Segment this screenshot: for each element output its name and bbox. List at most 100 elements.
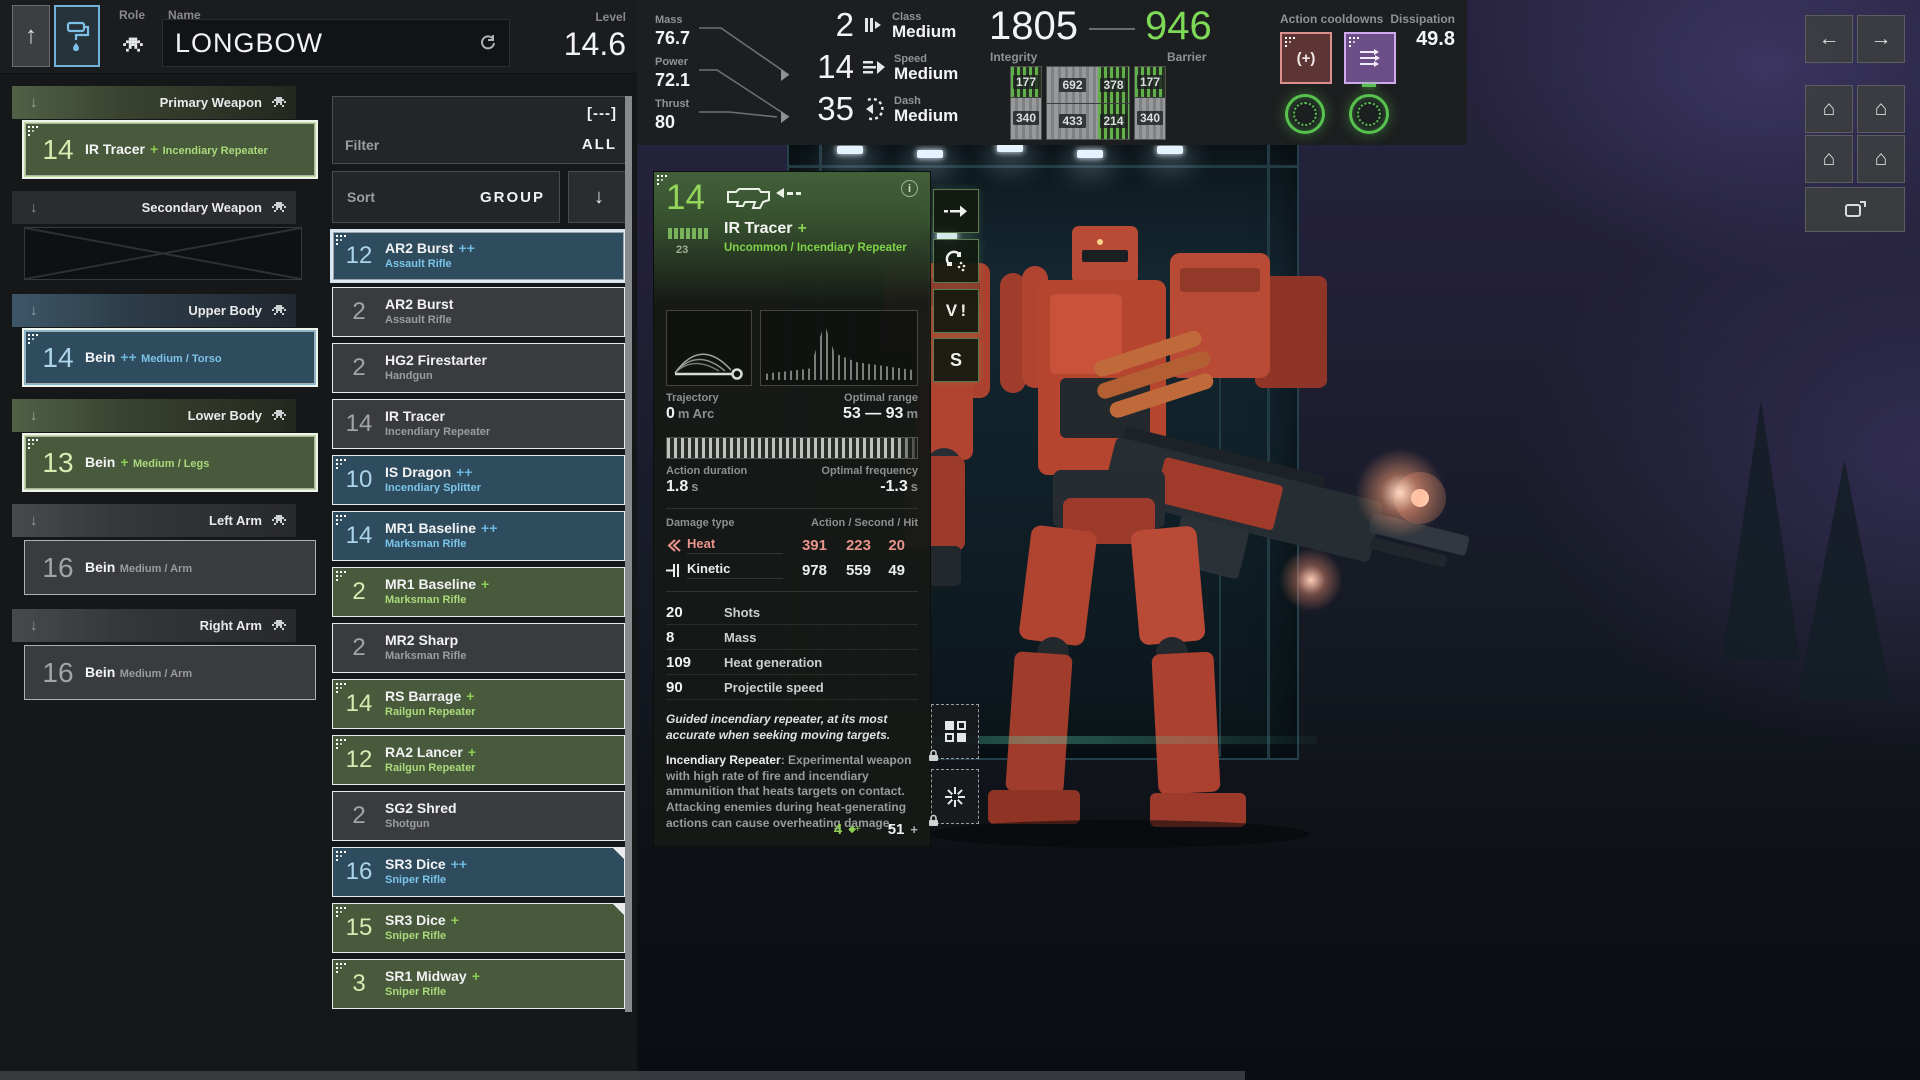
- inventory-list: Filter [---] ALL Sort GROUP ↓ 12 AR2 Bur…: [332, 96, 630, 1015]
- locked-grid-option-button[interactable]: [931, 704, 979, 759]
- item-subtitle: Railgun Repeater: [385, 762, 476, 776]
- camera-view-button-4[interactable]: ⌂: [1857, 135, 1905, 183]
- frequency-label: Optimal frequency: [821, 465, 918, 477]
- lower-body-header[interactable]: ↓ Lower Body: [12, 399, 296, 432]
- role-label: Role: [119, 8, 145, 22]
- barrier-cell: 177: [1013, 75, 1039, 89]
- thrust-label: Thrust: [655, 98, 689, 110]
- inventory-item[interactable]: 2 MR1 Baseline+ Marksman Rifle: [332, 567, 625, 617]
- integrity-cell: 692: [1059, 78, 1085, 92]
- inventory-item[interactable]: 14 IR Tracer Incendiary Repeater: [332, 399, 625, 449]
- inventory-item[interactable]: 14 MR1 Baseline++ Marksman Rifle: [332, 511, 625, 561]
- inventory-item[interactable]: 2 AR2 Burst Assault Rifle: [332, 287, 625, 337]
- camera-view-button-1[interactable]: ⌂: [1805, 85, 1853, 133]
- body-slot-icon: [272, 305, 286, 317]
- paint-part-button[interactable]: [933, 239, 979, 283]
- attribute-row: 90 Projectile speed: [666, 675, 918, 700]
- equipped-parts-sidebar: ↓ Primary Weapon 14 IR Tracer+ Incendiar…: [12, 86, 318, 714]
- equipped-primary-weapon[interactable]: 14 IR Tracer+ Incendiary Repeater: [24, 122, 316, 177]
- body-slot-icon: [272, 410, 286, 422]
- role-mech-icon: [123, 38, 143, 55]
- inventory-item[interactable]: 3 SR1 Midway+ Sniper Rifle: [332, 959, 625, 1009]
- speed-label: Speed: [894, 53, 958, 65]
- inventory-item[interactable]: 15 SR3 Dice+ Sniper Rifle: [332, 903, 625, 953]
- inventory-item[interactable]: 14 RS Barrage+ Railgun Repeater: [332, 679, 625, 729]
- variant-warning-button[interactable]: V !: [933, 289, 979, 333]
- unit-stats-bar: Mass 76.7 Power 72.1 Thrust 80 2 ClassMe…: [637, 0, 1467, 145]
- trajectory-thumbnail: [666, 310, 752, 386]
- hangar-view-icon: ⌂: [1875, 97, 1888, 121]
- inventory-item[interactable]: 16 SR3 Dice++ Sniper Rifle: [332, 847, 625, 897]
- rename-refresh-icon[interactable]: [479, 34, 497, 52]
- inventory-item[interactable]: 2 SG2 Shred Shotgun: [332, 791, 625, 841]
- next-unit-button[interactable]: →: [1857, 15, 1905, 63]
- back-button[interactable]: ↑: [12, 5, 50, 67]
- section-secondary-weapon: ↓ Secondary Weapon: [12, 191, 318, 280]
- camera-view-button-2[interactable]: ⌂: [1857, 85, 1905, 133]
- attr-value: 109: [666, 654, 724, 671]
- item-tier: ++: [456, 464, 472, 480]
- equip-arrow-button[interactable]: [933, 189, 979, 233]
- equipped-upper-body[interactable]: 14 Bein++ Medium / Torso: [24, 330, 316, 385]
- section-primary-weapon: ↓ Primary Weapon 14 IR Tracer+ Incendiar…: [12, 86, 318, 177]
- fullscreen-button[interactable]: [1805, 187, 1905, 232]
- mass-label: Mass: [655, 14, 683, 26]
- dissipation-label: Dissipation: [1365, 12, 1455, 26]
- bottom-scroll-track[interactable]: [0, 1071, 1245, 1080]
- cooldown-heat-action-button[interactable]: (+): [1280, 32, 1332, 84]
- section-right-arm: ↓ Right Arm 16 Bein Medium / Arm: [12, 609, 318, 700]
- locked-burst-option-button[interactable]: [931, 769, 979, 824]
- right-arrow-icon: →: [1871, 27, 1892, 51]
- primary-weapon-header[interactable]: ↓ Primary Weapon: [12, 86, 296, 119]
- inventory-item[interactable]: 12 AR2 Burst++ Assault Rifle: [332, 231, 625, 281]
- power-value: 72.1: [655, 70, 690, 90]
- equipped-lower-body[interactable]: 13 Bein+ Medium / Legs: [24, 435, 316, 490]
- info-icon[interactable]: i: [901, 180, 918, 197]
- description-title: Incendiary Repeater: [666, 753, 781, 767]
- cooldown-gauge-icon: [1349, 94, 1389, 134]
- inventory-item[interactable]: 2 MR2 Sharp Marksman Rifle: [332, 623, 625, 673]
- scrollbar-thumb[interactable]: [625, 96, 632, 1012]
- detail-item-name: IR Tracer+: [724, 220, 807, 238]
- item-name: IR Tracer: [385, 408, 445, 424]
- flavor-text: Guided incendiary repeater, at its most …: [666, 712, 918, 743]
- section-upper-body: ↓ Upper Body 14 Bein++ Medium / Torso: [12, 294, 318, 385]
- inventory-item[interactable]: 2 HG2 Firestarter Handgun: [332, 343, 625, 393]
- secondary-weapon-header[interactable]: ↓ Secondary Weapon: [12, 191, 296, 224]
- inventory-item[interactable]: 12 RA2 Lancer+ Railgun Repeater: [332, 735, 625, 785]
- item-subtitle: Shotgun: [385, 818, 457, 832]
- equipped-right-arm[interactable]: 16 Bein Medium / Arm: [24, 645, 316, 700]
- filter-dropdown[interactable]: Filter [---] ALL: [332, 96, 630, 164]
- empty-secondary-slot[interactable]: [24, 227, 302, 280]
- role-selector[interactable]: [107, 24, 159, 68]
- inventory-item[interactable]: 10 IS Dragon++ Incendiary Splitter: [332, 455, 625, 505]
- sort-dropdown[interactable]: Sort GROUP: [332, 171, 560, 223]
- prev-unit-button[interactable]: ←: [1805, 15, 1853, 63]
- range-distribution-thumbnail: [760, 310, 918, 386]
- part-subtitle: Medium / Arm: [120, 668, 192, 680]
- damage-columns-label: Action / Second / Hit: [811, 517, 918, 529]
- class-value: 2: [792, 6, 854, 44]
- damage-row-heat: Heat 391 223 20: [666, 536, 918, 554]
- camera-view-button-3[interactable]: ⌂: [1805, 135, 1853, 183]
- upper-body-header[interactable]: ↓ Upper Body: [12, 294, 296, 327]
- inventory-scrollbar[interactable]: [625, 96, 632, 1012]
- paint-customize-button[interactable]: [54, 5, 100, 67]
- salvage-button[interactable]: S: [933, 338, 979, 382]
- section-label: Upper Body: [188, 303, 262, 318]
- item-tier: +: [468, 744, 476, 760]
- left-arm-header[interactable]: ↓ Left Arm: [12, 504, 296, 537]
- barrier-label: Barrier: [1167, 50, 1206, 64]
- equipped-left-arm[interactable]: 16 Bein Medium / Arm: [24, 540, 316, 595]
- attribute-row: 8 Mass: [666, 625, 918, 650]
- dash-icon: [862, 97, 886, 121]
- body-slot-icon: [272, 515, 286, 527]
- part-subtitle: Incendiary Repeater: [163, 145, 268, 157]
- right-arm-header[interactable]: ↓ Right Arm: [12, 609, 296, 642]
- unit-name-field[interactable]: LONGBOW: [162, 19, 510, 67]
- power-label: Power: [655, 56, 688, 68]
- dissipation-value: 49.8: [1365, 28, 1455, 51]
- item-name: MR1 Baseline: [385, 520, 476, 536]
- sort-direction-button[interactable]: ↓: [568, 171, 630, 223]
- tree-silhouette: [1722, 400, 1800, 660]
